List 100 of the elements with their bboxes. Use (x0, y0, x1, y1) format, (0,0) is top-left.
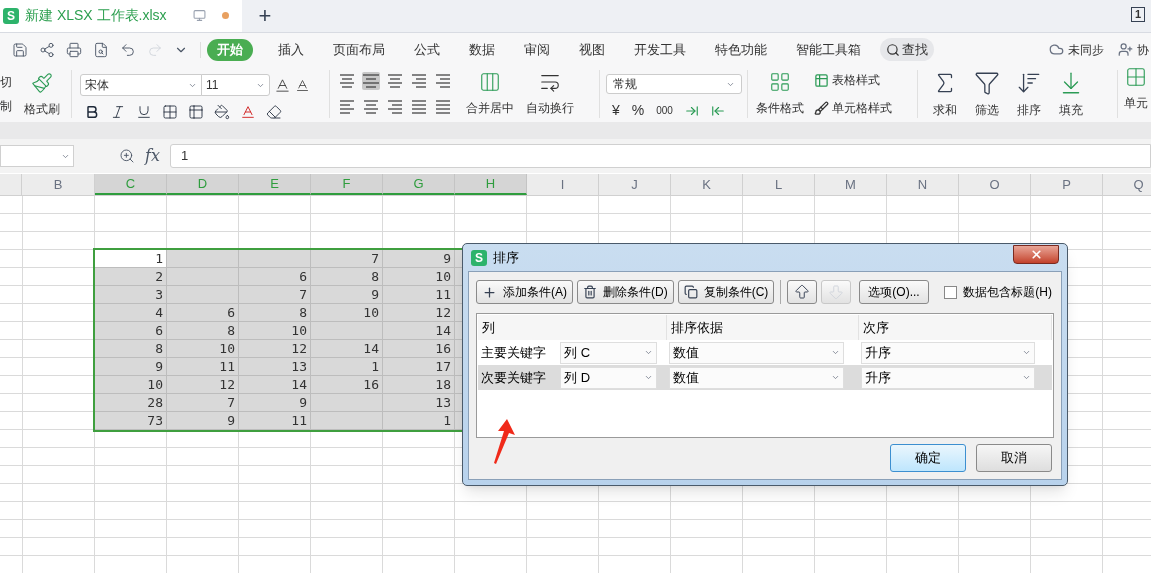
cut-label[interactable]: 切 (0, 73, 12, 91)
fill-color-icon[interactable] (214, 104, 230, 120)
toolbar-button[interactable]: 复制条件(C) (677, 280, 775, 304)
close-button[interactable] (1013, 245, 1059, 264)
bold-icon[interactable] (84, 104, 100, 120)
align-top-icon[interactable] (338, 72, 356, 90)
font-size-select[interactable]: 11 (201, 74, 270, 96)
font-color-icon[interactable] (240, 104, 256, 120)
ribbon-tool-button[interactable]: 求和 (932, 69, 958, 119)
menu-tab[interactable]: 插入 (266, 38, 316, 61)
menu-tab[interactable]: 开发工具 (622, 38, 698, 61)
conditional-format-button[interactable]: 条件格式 (756, 71, 804, 117)
font-select[interactable]: 宋体 (80, 74, 202, 96)
indent-icon[interactable] (434, 72, 452, 90)
thousands-button[interactable]: 000 (656, 103, 673, 118)
share-icon[interactable] (39, 41, 55, 58)
plus-icon (482, 284, 497, 300)
save-icon[interactable] (12, 41, 28, 58)
dropdown[interactable]: 数值 (669, 366, 844, 389)
dropdown[interactable]: 列 D (560, 366, 658, 389)
cell-style-button[interactable]: 单元格样式 (814, 99, 892, 117)
justify-icon[interactable] (410, 98, 428, 116)
column-header[interactable]: J (599, 174, 671, 195)
align-right-icon[interactable] (386, 98, 404, 116)
column-header[interactable]: K (671, 174, 743, 195)
menu-tab[interactable]: 公式 (402, 38, 452, 61)
wrap-text-button[interactable]: 自动换行 (526, 71, 574, 117)
copy-label[interactable]: 制 (0, 97, 12, 115)
currency-button[interactable]: ¥ (612, 100, 620, 121)
table-style-icon[interactable] (188, 104, 204, 120)
sort-condition-row[interactable]: 次要关键字 列 D 数值 升序 (478, 365, 1052, 390)
sync-status[interactable]: 未同步 (1068, 40, 1104, 59)
print-icon[interactable] (66, 41, 82, 58)
borders-icon[interactable] (162, 104, 178, 120)
column-header[interactable]: P (1031, 174, 1103, 195)
dialog-button[interactable]: 确定 (890, 444, 966, 472)
column-header[interactable]: O (959, 174, 1031, 195)
menu-tab[interactable]: 审阅 (512, 38, 562, 61)
percent-button[interactable]: % (631, 100, 645, 121)
outdent-icon[interactable] (410, 72, 428, 90)
checkbox[interactable] (944, 285, 958, 299)
toolbar-button[interactable]: 选项(O)... (859, 280, 929, 304)
grid-cell-text: 6 (154, 322, 164, 339)
grid-cell-text: 8 (226, 322, 236, 339)
column-header[interactable]: M (815, 174, 887, 195)
new-tab-button[interactable]: + (242, 0, 288, 32)
toolbar-button[interactable]: 添加条件(A) (476, 280, 573, 304)
format-painter-button[interactable]: 格式刷 (24, 70, 60, 118)
grid-cell-text: 10 (290, 322, 308, 339)
toolbar-button[interactable]: 删除条件(D) (577, 280, 674, 304)
caret-icon (644, 348, 654, 357)
caret-icon (830, 348, 840, 357)
grid-cell-text: 9 (370, 286, 380, 303)
ribbon-tool-button[interactable]: 填充 (1058, 69, 1084, 119)
grid-cell-text: 8 (370, 268, 380, 285)
align-middle-icon[interactable] (362, 72, 380, 90)
menu-tab[interactable]: 数据 (457, 38, 507, 61)
table-style-button[interactable]: 表格样式 (814, 71, 892, 89)
collaborate-link[interactable]: 协 (1137, 40, 1149, 59)
menu-tab[interactable]: 特色功能 (703, 38, 779, 61)
distributed-icon[interactable] (434, 98, 452, 116)
menu-tab[interactable]: 视图 (567, 38, 617, 61)
align-center-icon[interactable] (362, 98, 380, 116)
formula-input[interactable]: 1 (169, 144, 1151, 168)
search-button[interactable]: 查找 (880, 38, 934, 61)
grid-cell-text: 7 (226, 394, 236, 411)
dropdown[interactable]: 数值 (669, 341, 844, 364)
function-label[interactable]: fx (145, 144, 160, 168)
number-format-select[interactable]: 常规 (606, 74, 742, 94)
key-label: 次要关键字 (480, 368, 547, 387)
column-header[interactable]: L (743, 174, 815, 195)
align-left-icon[interactable] (338, 98, 356, 116)
menu-tab[interactable]: 智能工具箱 (784, 38, 873, 61)
move-up-button[interactable] (787, 280, 818, 304)
caret-icon (830, 373, 840, 382)
column-header[interactable]: N (887, 174, 959, 195)
column-header[interactable]: I (527, 174, 599, 195)
grid-cell-text: 13 (290, 358, 308, 375)
column-header[interactable]: Q (1103, 174, 1151, 195)
align-bottom-icon[interactable] (386, 72, 404, 90)
ribbon-tool-button[interactable]: 排序 (1016, 69, 1042, 119)
underline-icon[interactable] (136, 104, 152, 120)
window-count-badge[interactable]: 1 (1130, 7, 1145, 22)
grid-cell-text: 18 (434, 376, 452, 393)
dropdown[interactable]: 列 C (560, 341, 658, 364)
print-preview-icon[interactable] (93, 41, 109, 58)
zoom-icon[interactable] (119, 148, 135, 164)
monitor-icon[interactable] (193, 9, 206, 22)
document-tab[interactable]: S 新建 XLSX 工作表.xlsx (0, 0, 242, 32)
ribbon-tool-button[interactable]: 筛选 (974, 69, 1000, 119)
cells-button[interactable]: 单元 (1118, 66, 1148, 122)
eraser-icon[interactable] (266, 104, 282, 120)
dialog-button[interactable]: 取消 (976, 444, 1052, 472)
undo-icon[interactable] (120, 41, 136, 58)
italic-icon[interactable] (110, 104, 126, 120)
menu-tab[interactable]: 页面布局 (321, 38, 397, 61)
merge-center-button[interactable]: 合并居中 (466, 71, 514, 117)
dropdown[interactable]: 升序 (860, 366, 1035, 389)
checkbox-label[interactable]: 数据包含标题(H) (963, 283, 1052, 301)
dropdown[interactable]: 升序 (860, 341, 1035, 364)
